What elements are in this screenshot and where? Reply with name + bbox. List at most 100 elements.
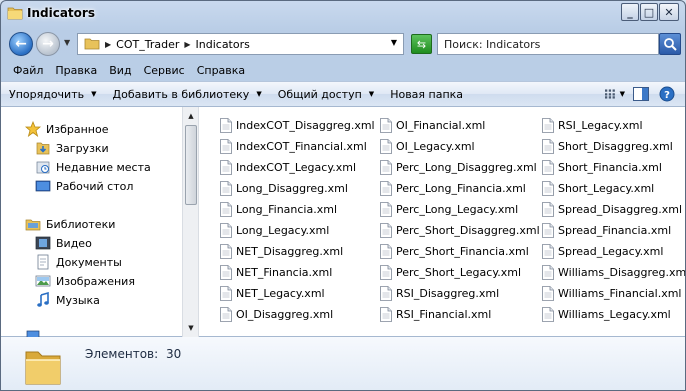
preview-pane-button[interactable] bbox=[631, 85, 651, 103]
xml-file-icon bbox=[380, 307, 392, 322]
explorer-window: Indicators _ □ ✕ ← → ▼ ▶ COT_Trader ▶ In… bbox=[0, 0, 686, 391]
file-item[interactable]: Long_Legacy.xml bbox=[220, 220, 329, 241]
organize-button[interactable]: Упорядочить ▼ bbox=[1, 82, 105, 106]
title-bar[interactable]: Indicators _ □ ✕ bbox=[1, 1, 685, 29]
file-item[interactable]: Long_Financia.xml bbox=[220, 199, 337, 220]
help-button[interactable]: ? bbox=[657, 85, 677, 103]
scroll-up-icon[interactable]: ▲ bbox=[184, 109, 198, 123]
xml-file-icon bbox=[380, 139, 392, 154]
menu-tools[interactable]: Сервис bbox=[138, 61, 191, 81]
refresh-button[interactable]: ⇆ bbox=[411, 34, 432, 54]
breadcrumb-cot-trader[interactable]: COT_Trader bbox=[116, 38, 179, 51]
scroll-down-icon[interactable]: ▼ bbox=[184, 321, 198, 335]
main-content: Избранное Загрузки Недавние места Рабочи… bbox=[1, 107, 685, 337]
nav-downloads[interactable]: Загрузки bbox=[35, 140, 109, 156]
menu-help[interactable]: Справка bbox=[191, 61, 251, 81]
file-item[interactable]: IndexCOT_Financial.xml bbox=[220, 136, 367, 157]
file-name: Long_Legacy.xml bbox=[236, 224, 330, 237]
xml-file-icon bbox=[380, 160, 392, 175]
folder-icon bbox=[25, 351, 61, 385]
forward-button[interactable]: → bbox=[36, 32, 60, 56]
xml-file-icon bbox=[220, 223, 232, 238]
history-dropdown[interactable]: ▼ bbox=[64, 38, 70, 47]
file-item[interactable]: NET_Disaggreg.xml bbox=[220, 241, 343, 262]
menu-file[interactable]: Файл bbox=[7, 61, 49, 81]
file-item[interactable]: OI_Financial.xml bbox=[380, 115, 485, 136]
file-name: Long_Disaggreg.xml bbox=[236, 182, 348, 195]
file-item[interactable]: OI_Disaggreg.xml bbox=[220, 304, 333, 325]
help-icon: ? bbox=[659, 86, 675, 102]
nav-desktop[interactable]: Рабочий стол bbox=[35, 178, 133, 194]
chevron-right-icon[interactable]: ▶ bbox=[184, 40, 190, 49]
music-icon bbox=[37, 292, 49, 307]
desktop-icon bbox=[35, 180, 51, 192]
maximize-button[interactable]: □ bbox=[640, 3, 658, 21]
address-bar[interactable]: ▶ COT_Trader ▶ Indicators ▼ bbox=[77, 33, 404, 55]
xml-file-icon bbox=[380, 223, 392, 238]
nav-music-label: Музыка bbox=[56, 293, 100, 307]
nav-desktop-label: Рабочий стол bbox=[56, 179, 134, 193]
file-item[interactable]: IndexCOT_Disaggreg.xml bbox=[220, 115, 375, 136]
file-item[interactable]: NET_Legacy.xml bbox=[220, 283, 325, 304]
nav-pictures-label: Изображения bbox=[56, 274, 135, 288]
breadcrumb-indicators[interactable]: Indicators bbox=[196, 38, 250, 51]
file-item[interactable]: Short_Legacy.xml bbox=[542, 178, 654, 199]
menu-view[interactable]: Вид bbox=[103, 61, 137, 81]
xml-file-icon bbox=[542, 181, 554, 196]
file-item[interactable]: OI_Legacy.xml bbox=[380, 136, 475, 157]
nav-scrollbar[interactable]: ▲ ▼ bbox=[182, 107, 199, 337]
close-button[interactable]: ✕ bbox=[659, 3, 679, 21]
nav-documents[interactable]: Документы bbox=[35, 254, 122, 270]
minimize-button[interactable]: _ bbox=[621, 3, 639, 21]
nav-favorites[interactable]: Избранное bbox=[25, 121, 108, 137]
chevron-down-icon[interactable]: ▼ bbox=[391, 38, 397, 47]
file-item[interactable]: Williams_Disaggreg.xml bbox=[542, 262, 685, 283]
file-item[interactable]: RSI_Financial.xml bbox=[380, 304, 491, 325]
file-item[interactable]: Spread_Financia.xml bbox=[542, 220, 671, 241]
file-item[interactable]: Perc_Short_Financia.xml bbox=[380, 241, 529, 262]
file-item[interactable]: Perc_Long_Disaggreg.xml bbox=[380, 157, 537, 178]
nav-computer-partial[interactable] bbox=[25, 329, 46, 337]
download-folder-icon bbox=[36, 142, 50, 155]
xml-file-icon bbox=[380, 286, 392, 301]
nav-music[interactable]: Музыка bbox=[35, 292, 100, 308]
xml-file-icon bbox=[220, 139, 232, 154]
command-bar: Упорядочить ▼ Добавить в библиотеку ▼ Об… bbox=[1, 81, 685, 107]
file-name: OI_Legacy.xml bbox=[396, 140, 475, 153]
file-item[interactable]: Short_Disaggreg.xml bbox=[542, 136, 673, 157]
search-button[interactable] bbox=[659, 33, 681, 55]
nav-libraries[interactable]: Библиотеки bbox=[25, 216, 115, 232]
xml-file-icon bbox=[542, 265, 554, 280]
file-item[interactable]: Williams_Legacy.xml bbox=[542, 304, 671, 325]
file-item[interactable]: RSI_Disaggreg.xml bbox=[380, 283, 499, 304]
file-name: Short_Financia.xml bbox=[558, 161, 662, 174]
back-button[interactable]: ← bbox=[9, 32, 33, 56]
xml-file-icon bbox=[542, 307, 554, 322]
share-button[interactable]: Общий доступ ▼ bbox=[270, 82, 382, 106]
nav-recent-places[interactable]: Недавние места bbox=[35, 159, 151, 175]
file-item[interactable]: NET_Financia.xml bbox=[220, 262, 332, 283]
file-item[interactable]: Williams_Financial.xml bbox=[542, 283, 682, 304]
view-options-button[interactable]: ▼ bbox=[605, 85, 625, 103]
new-folder-button[interactable]: Новая папка bbox=[382, 82, 471, 106]
file-item[interactable]: Perc_Long_Financia.xml bbox=[380, 178, 526, 199]
file-item[interactable]: Perc_Short_Legacy.xml bbox=[380, 262, 521, 283]
file-name: OI_Disaggreg.xml bbox=[236, 308, 334, 321]
nav-pictures[interactable]: Изображения bbox=[35, 273, 135, 289]
scroll-thumb[interactable] bbox=[185, 125, 197, 205]
menu-edit[interactable]: Правка bbox=[49, 61, 103, 81]
file-item[interactable]: Spread_Legacy.xml bbox=[542, 241, 663, 262]
file-item[interactable]: Short_Financia.xml bbox=[542, 157, 662, 178]
nav-videos[interactable]: Видео bbox=[35, 235, 92, 251]
xml-file-icon bbox=[220, 265, 232, 280]
add-to-library-button[interactable]: Добавить в библиотеку ▼ bbox=[105, 82, 270, 106]
file-item[interactable]: RSI_Legacy.xml bbox=[542, 115, 643, 136]
file-item[interactable]: Perc_Short_Disaggreg.xml bbox=[380, 220, 540, 241]
file-item[interactable]: Spread_Disaggreg.xml bbox=[542, 199, 682, 220]
chevron-right-icon[interactable]: ▶ bbox=[105, 40, 111, 49]
file-item[interactable]: Perc_Long_Legacy.xml bbox=[380, 199, 518, 220]
file-item[interactable]: Long_Disaggreg.xml bbox=[220, 178, 348, 199]
search-input[interactable]: Поиск: Indicators bbox=[437, 33, 659, 55]
file-name: Perc_Short_Disaggreg.xml bbox=[396, 224, 540, 237]
file-item[interactable]: IndexCOT_Legacy.xml bbox=[220, 157, 356, 178]
